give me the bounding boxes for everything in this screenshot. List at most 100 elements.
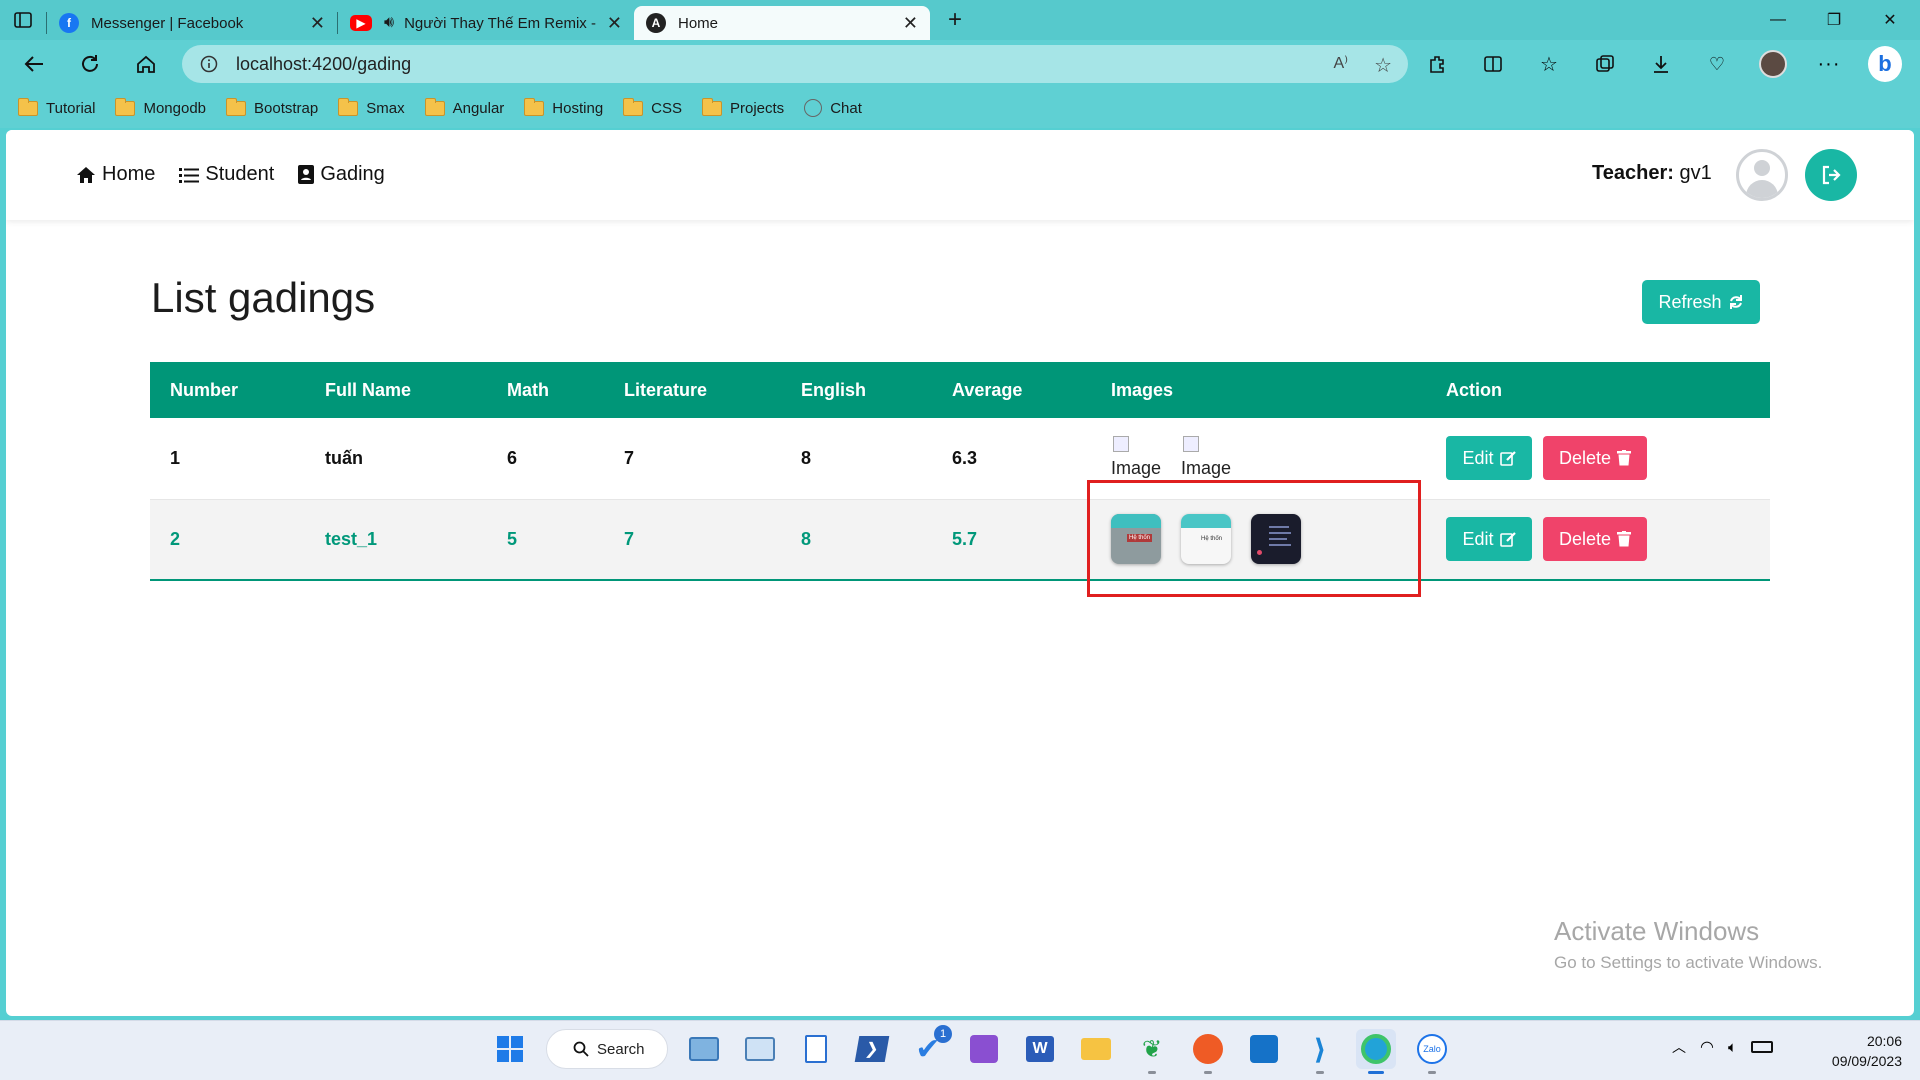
tab-messenger[interactable]: f Messenger | Facebook ✕ [47,6,337,40]
url-text[interactable]: localhost:4200/gading [236,54,411,75]
taskbar-app-explorer[interactable] [1076,1029,1116,1069]
cell-english: 8 [781,499,932,581]
trash-icon [1617,531,1632,547]
cell-action: Edit Delete [1426,499,1770,581]
teacher-info: Teacher: gv1 [1592,162,1712,185]
avatar[interactable] [1736,149,1788,201]
download-icon[interactable] [1644,44,1678,84]
delete-button[interactable]: Delete [1543,436,1648,481]
close-icon[interactable]: ✕ [310,13,325,34]
minimize-button[interactable]: — [1750,0,1806,40]
edit-button[interactable]: Edit [1446,517,1532,562]
close-icon[interactable]: ✕ [607,13,622,34]
nav-student[interactable]: Student [179,163,274,186]
start-button[interactable] [490,1029,530,1069]
bookmark-chat[interactable]: Chat [804,99,862,117]
folder-icon [338,97,359,116]
bookmark-projects[interactable]: Projects [702,97,784,117]
new-tab-button[interactable]: + [938,3,972,37]
volume-icon[interactable]: 🔈︎ [1728,1039,1737,1056]
tab-home[interactable]: A Home ✕ [634,6,930,40]
taskbar: Search ❯ ✔ 1 W ❦ ⟩ Zalo ︿ ◠ 🔈︎ 20:06 09/… [0,1020,1920,1080]
browser-toolbar: ☆ ♡ ··· b [1420,44,1902,84]
refresh-button[interactable]: Refresh [1642,280,1760,324]
folder-icon [623,97,644,116]
collections-icon[interactable] [1588,44,1622,84]
edit-button[interactable]: Edit [1446,436,1532,481]
logout-button[interactable] [1805,149,1857,201]
tab-youtube[interactable]: ▶ 🔊︎ Người Thay Thế Em Remix - ✕ [338,6,634,40]
tab-title: Người Thay Thế Em Remix - [404,14,596,32]
bookmark-angular[interactable]: Angular [424,97,504,117]
profile-avatar[interactable] [1756,44,1790,84]
bookmark-css[interactable]: CSS [623,97,682,117]
tab-actions-button[interactable] [0,0,46,40]
bookmark-tutorial[interactable]: Tutorial [18,97,95,117]
bookmark-mongodb[interactable]: Mongodb [115,97,206,117]
info-icon[interactable] [200,55,218,73]
cell-action: Edit Delete [1426,418,1770,500]
heartbeat-icon[interactable]: ♡ [1700,44,1734,84]
close-icon[interactable]: ✕ [903,13,918,34]
image-thumbnail[interactable]: Hệ thốn [1181,514,1231,565]
trello-icon [1250,1035,1278,1063]
terminal-icon: ❯ [854,1036,890,1062]
restore-button[interactable]: ❐ [1806,0,1862,40]
taskbar-app-notepad[interactable] [796,1029,836,1069]
taskbar-app-monitor[interactable] [740,1029,780,1069]
clock[interactable]: 20:06 09/09/2023 [1808,1031,1902,1071]
cell-math: 6 [487,418,604,500]
taskbar-app-gallery[interactable] [684,1029,724,1069]
copilot-button[interactable]: b [1868,44,1902,84]
app-navbar: Home Student Gading Teacher: gv1 [6,130,1914,220]
delete-button[interactable]: Delete [1543,517,1648,562]
chatgpt-icon [804,99,823,117]
back-button[interactable] [12,44,56,84]
activate-windows-watermark: Activate Windows Go to Settings to activ… [1554,916,1823,972]
nav-home[interactable]: Home [76,163,155,186]
taskbar-app-postman[interactable] [1188,1029,1228,1074]
clock-date: 09/09/2023 [1831,1053,1902,1069]
taskbar-app-powershell[interactable]: ❯ [852,1029,892,1069]
extensions-icon[interactable] [1420,44,1454,84]
bookmark-hosting[interactable]: Hosting [524,97,603,117]
reload-button[interactable] [68,44,112,84]
taskbar-app-edge[interactable] [1356,1029,1396,1074]
cell-average: 6.3 [932,418,1091,500]
read-aloud-icon[interactable]: A⁾ [1333,53,1348,78]
angular-icon: A [646,13,666,33]
taskbar-app-mongodb[interactable]: ❦ [1132,1029,1172,1074]
bookmark-bootstrap[interactable]: Bootstrap [226,97,318,117]
nav-gading[interactable]: Gading [298,163,385,186]
battery-icon[interactable] [1750,1041,1773,1053]
wifi-icon[interactable]: ◠ [1700,1037,1714,1057]
notification-badge: 1 [934,1025,952,1043]
broken-image[interactable]: Image [1181,434,1231,482]
taskbar-search[interactable]: Search [546,1029,668,1069]
url-bar[interactable]: localhost:4200/gading A⁾ ☆ [182,45,1408,83]
more-icon[interactable]: ··· [1812,44,1846,84]
contact-book-icon [298,165,315,184]
broken-image[interactable]: Image [1111,434,1161,482]
image-thumbnail[interactable] [1251,514,1301,565]
speaker-icon[interactable]: 🔊︎ [384,14,394,32]
taskbar-app-todo[interactable]: ✔ 1 [908,1025,952,1069]
browser-tab-bar: f Messenger | Facebook ✕ ▶ 🔊︎ Người Thay… [0,0,1920,40]
table-header-row: Number Full Name Math Literature English… [150,362,1770,418]
star-icon[interactable]: ☆ [1374,53,1392,78]
taskbar-app-visual-studio[interactable] [964,1029,1004,1069]
home-button[interactable] [124,44,168,84]
image-thumbnail[interactable]: Hệ thốn [1111,514,1161,565]
taskbar-app-zalo[interactable]: Zalo [1412,1029,1452,1074]
col-header: Images [1091,362,1426,418]
bookmark-smax[interactable]: Smax [338,97,405,117]
favorites-icon[interactable]: ☆ [1532,44,1566,84]
cell-number: 1 [150,418,305,500]
chevron-up-icon[interactable]: ︿ [1672,1037,1686,1057]
taskbar-app-word[interactable]: W [1020,1029,1060,1069]
clock-time: 20:06 [1866,1033,1902,1049]
split-screen-icon[interactable] [1476,44,1510,84]
taskbar-app-vscode[interactable]: ⟩ [1300,1029,1340,1074]
taskbar-app-trello[interactable] [1244,1029,1284,1069]
window-close-button[interactable]: ✕ [1862,0,1918,40]
